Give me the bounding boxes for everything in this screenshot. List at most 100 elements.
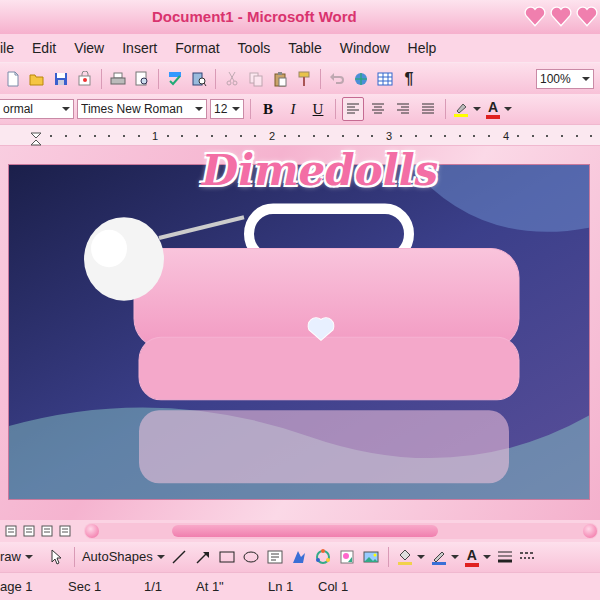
dropdown-arrow-icon — [25, 555, 33, 559]
oval-button[interactable] — [241, 545, 261, 569]
align-right-icon — [395, 101, 411, 117]
scroll-thumb[interactable] — [172, 525, 438, 537]
drawing-font-color-text: A — [467, 548, 477, 562]
minimize-button[interactable] — [524, 6, 546, 28]
menu-item[interactable]: Insert — [119, 36, 160, 61]
drawing-toolbar: raw AutoShapes A — [0, 542, 600, 572]
undo-button[interactable] — [326, 67, 348, 91]
zoom-box[interactable]: 100% — [536, 69, 594, 89]
italic-button[interactable]: I — [282, 97, 304, 121]
ruler-tick — [532, 135, 534, 137]
align-justify-button[interactable] — [417, 97, 439, 121]
heart-icon — [550, 6, 572, 28]
scroll-track[interactable] — [84, 523, 598, 539]
scroll-left-button[interactable] — [85, 524, 99, 538]
painter-icon — [296, 71, 312, 87]
maximize-button[interactable] — [550, 6, 572, 28]
menu-item[interactable]: Format — [172, 36, 222, 61]
print-view-button[interactable] — [40, 524, 54, 538]
picture-icon — [363, 549, 379, 565]
highlight-button[interactable] — [452, 97, 482, 121]
hyperlink-button[interactable] — [350, 67, 372, 91]
picture-button[interactable] — [361, 545, 381, 569]
copy-button[interactable] — [245, 67, 267, 91]
permission-button[interactable] — [74, 67, 96, 91]
document-heading: Dimedolls — [0, 146, 600, 196]
painter-button[interactable] — [293, 67, 315, 91]
align-center-button[interactable] — [367, 97, 389, 121]
rectangle-button[interactable] — [217, 545, 237, 569]
font-box[interactable]: Times New Roman — [77, 99, 207, 119]
research-button[interactable] — [188, 67, 210, 91]
font-size-box[interactable]: 12 — [210, 99, 244, 119]
ruler-number: 4 — [503, 128, 509, 145]
dropdown-arrow-icon — [62, 107, 70, 111]
open-button[interactable] — [26, 67, 48, 91]
linecolor-button[interactable] — [430, 545, 460, 569]
open-icon — [29, 71, 45, 87]
line-button[interactable] — [169, 545, 189, 569]
paste-button[interactable] — [269, 67, 291, 91]
indent-marker[interactable] — [30, 128, 42, 148]
menu-item[interactable]: Window — [337, 36, 393, 61]
rectangle-icon — [219, 549, 235, 565]
drawing-font-color-button[interactable]: A — [464, 545, 492, 569]
standard-toolbar: ¶ 100% — [0, 62, 600, 94]
ruler-number: 3 — [386, 128, 392, 145]
fill-button[interactable] — [396, 545, 426, 569]
ruler-tick — [167, 135, 169, 137]
arrow-button[interactable] — [193, 545, 213, 569]
outline-view-button[interactable] — [58, 524, 72, 538]
toolbar-separator — [101, 69, 102, 89]
dropdown-arrow-icon — [195, 107, 203, 111]
web-view-button[interactable] — [22, 524, 36, 538]
dash-button[interactable] — [518, 545, 536, 569]
menu-item[interactable]: Help — [405, 36, 440, 61]
wordart-button[interactable] — [289, 545, 309, 569]
style-box[interactable]: ormal — [0, 99, 74, 119]
align-right-button[interactable] — [392, 97, 414, 121]
menu-item[interactable]: Table — [285, 36, 324, 61]
ruler-tick — [65, 135, 67, 137]
diagram-button[interactable] — [313, 545, 333, 569]
menu-item[interactable]: Tools — [235, 36, 274, 61]
autoshapes-menu[interactable]: AutoShapes — [82, 547, 165, 567]
status-field: Col 1 — [316, 577, 376, 597]
close-button[interactable] — [576, 6, 598, 28]
dropdown-arrow-icon — [473, 107, 481, 111]
menu-item[interactable]: Edit — [29, 36, 59, 61]
toolbar-separator — [335, 99, 336, 119]
ruler-tick — [546, 135, 548, 137]
status-field: Sec 1 — [66, 577, 142, 597]
cut-button[interactable] — [221, 67, 243, 91]
clipart-button[interactable] — [337, 545, 357, 569]
print-button[interactable] — [107, 67, 129, 91]
show-hide-button[interactable]: ¶ — [398, 67, 420, 91]
tables-button[interactable] — [374, 67, 396, 91]
spelling-button[interactable] — [164, 67, 186, 91]
draw-menu[interactable]: raw — [0, 547, 33, 567]
linestyle-button[interactable] — [496, 545, 514, 569]
normal-view-button[interactable] — [4, 524, 18, 538]
scroll-right-button[interactable] — [583, 524, 597, 538]
undo-icon — [329, 71, 345, 87]
menu-item[interactable]: ile — [0, 36, 17, 61]
preview-icon — [134, 71, 150, 87]
select-objects-button[interactable] — [45, 545, 67, 569]
menu-item[interactable]: View — [71, 36, 107, 61]
toolbar-separator — [158, 69, 159, 89]
font-color-button[interactable]: A — [485, 97, 513, 121]
align-left-button[interactable] — [342, 97, 364, 121]
font-color-text: A — [488, 100, 498, 114]
bold-button[interactable]: B — [257, 97, 279, 121]
ruler-tick — [240, 135, 242, 137]
research-icon — [191, 71, 207, 87]
textbox-button[interactable] — [265, 545, 285, 569]
cut-icon — [224, 71, 240, 87]
toolbar-separator — [74, 547, 75, 567]
new-button[interactable] — [2, 67, 24, 91]
save-button[interactable] — [50, 67, 72, 91]
preview-button[interactable] — [131, 67, 153, 91]
ruler-tick — [371, 135, 373, 137]
underline-button[interactable]: U — [307, 97, 329, 121]
